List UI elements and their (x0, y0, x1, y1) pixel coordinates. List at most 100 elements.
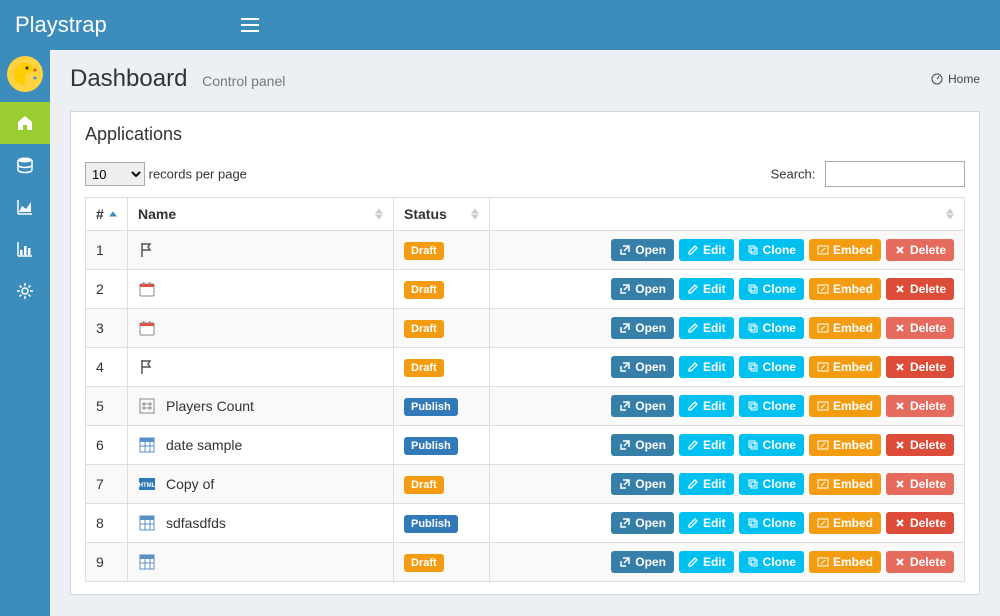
clone-button[interactable]: Clone (739, 239, 804, 261)
embed-button[interactable]: Embed (809, 434, 881, 456)
cell-status: Draft (394, 231, 490, 270)
app-icon (138, 553, 156, 571)
panel-title: Applications (85, 124, 965, 145)
cell-name: Players Count (128, 387, 394, 426)
delete-button[interactable]: Delete (886, 473, 954, 495)
clone-button[interactable]: Clone (739, 395, 804, 417)
sidebar-toggle[interactable] (230, 18, 270, 32)
delete-button[interactable]: Delete (886, 395, 954, 417)
cell-name: HTMLCopy of (128, 465, 394, 504)
edit-button[interactable]: Edit (679, 473, 734, 495)
embed-button[interactable]: Embed (809, 239, 881, 261)
gear-icon (16, 282, 34, 300)
cell-status: Draft (394, 348, 490, 387)
column-header-name[interactable]: Name (128, 198, 394, 231)
edit-button[interactable]: Edit (679, 356, 734, 378)
open-button[interactable]: Open (611, 434, 674, 456)
clone-button[interactable]: Clone (739, 434, 804, 456)
edit-button[interactable]: Edit (679, 434, 734, 456)
home-icon (16, 114, 34, 132)
clone-button[interactable]: Clone (739, 317, 804, 339)
edit-button[interactable]: Edit (679, 395, 734, 417)
delete-button[interactable]: Delete (886, 239, 954, 261)
delete-button[interactable]: Delete (886, 551, 954, 573)
search-label: Search: (771, 167, 816, 182)
cell-name (128, 309, 394, 348)
cell-index: 4 (86, 348, 128, 387)
avatar[interactable] (7, 56, 43, 92)
breadcrumb[interactable]: Home (931, 72, 980, 86)
embed-button[interactable]: Embed (809, 395, 881, 417)
open-button[interactable]: Open (611, 356, 674, 378)
embed-button[interactable]: Embed (809, 278, 881, 300)
embed-button[interactable]: Embed (809, 551, 881, 573)
open-button[interactable]: Open (611, 317, 674, 339)
search-control: Search: (771, 161, 965, 187)
breadcrumb-home: Home (948, 72, 980, 86)
status-badge: Draft (404, 281, 444, 299)
sort-icon (471, 209, 479, 220)
table-row: 2DraftOpenEditCloneEmbedDelete (86, 270, 965, 309)
cell-name (128, 348, 394, 387)
applications-panel: Applications 10 records per page Search: (70, 111, 980, 595)
edit-button[interactable]: Edit (679, 278, 734, 300)
table-row: 3DraftOpenEditCloneEmbedDelete (86, 309, 965, 348)
cell-actions: OpenEditCloneEmbedDelete (490, 270, 965, 309)
edit-button[interactable]: Edit (679, 239, 734, 261)
nav-database[interactable] (0, 144, 50, 186)
cell-actions: OpenEditCloneEmbedDelete (490, 426, 965, 465)
records-per-page-select[interactable]: 10 (85, 162, 145, 186)
nav-chart-bar[interactable] (0, 228, 50, 270)
clone-button[interactable]: Clone (739, 356, 804, 378)
clone-button[interactable]: Clone (739, 512, 804, 534)
open-button[interactable]: Open (611, 395, 674, 417)
app-name-text: date sample (166, 437, 242, 453)
column-header-index[interactable]: # (86, 198, 128, 231)
open-button[interactable]: Open (611, 512, 674, 534)
cell-actions: OpenEditCloneEmbedDelete (490, 387, 965, 426)
sidebar (0, 50, 50, 616)
page-subtitle: Control panel (202, 73, 285, 89)
cell-name: sdfasdfds (128, 504, 394, 543)
table-row: 4 Draft OpenEditCloneEmbedDelete (86, 348, 965, 387)
status-badge: Publish (404, 437, 458, 455)
open-button[interactable]: Open (611, 239, 674, 261)
edit-button[interactable]: Edit (679, 551, 734, 573)
edit-button[interactable]: Edit (679, 512, 734, 534)
dashboard-icon (931, 73, 943, 85)
open-button[interactable]: Open (611, 278, 674, 300)
embed-button[interactable]: Embed (809, 512, 881, 534)
cell-status: Draft (394, 465, 490, 504)
delete-button[interactable]: Delete (886, 434, 954, 456)
nav-home[interactable] (0, 102, 50, 144)
search-input[interactable] (825, 161, 965, 187)
cell-index: 5 (86, 387, 128, 426)
embed-button[interactable]: Embed (809, 317, 881, 339)
delete-button[interactable]: Delete (886, 512, 954, 534)
app-icon (138, 397, 156, 415)
brand-logo[interactable]: Playstrap (0, 12, 230, 38)
embed-button[interactable]: Embed (809, 473, 881, 495)
clone-button[interactable]: Clone (739, 551, 804, 573)
page-header: Dashboard Control panel Home (70, 65, 980, 93)
page-title: Dashboard Control panel (70, 65, 285, 93)
svg-text:HTML: HTML (139, 483, 156, 489)
nav-settings[interactable] (0, 270, 50, 312)
applications-table: # Name Status (85, 197, 965, 582)
column-header-status[interactable]: Status (394, 198, 490, 231)
open-button[interactable]: Open (611, 473, 674, 495)
clone-button[interactable]: Clone (739, 278, 804, 300)
delete-button[interactable]: Delete (886, 356, 954, 378)
cell-status: Publish (394, 387, 490, 426)
clone-button[interactable]: Clone (739, 473, 804, 495)
nav-chart-area[interactable] (0, 186, 50, 228)
cell-name (128, 231, 394, 270)
edit-button[interactable]: Edit (679, 317, 734, 339)
cell-status: Draft (394, 543, 490, 582)
sort-icon (946, 209, 954, 220)
embed-button[interactable]: Embed (809, 356, 881, 378)
cell-name (128, 543, 394, 582)
open-button[interactable]: Open (611, 551, 674, 573)
delete-button[interactable]: Delete (886, 278, 954, 300)
delete-button[interactable]: Delete (886, 317, 954, 339)
